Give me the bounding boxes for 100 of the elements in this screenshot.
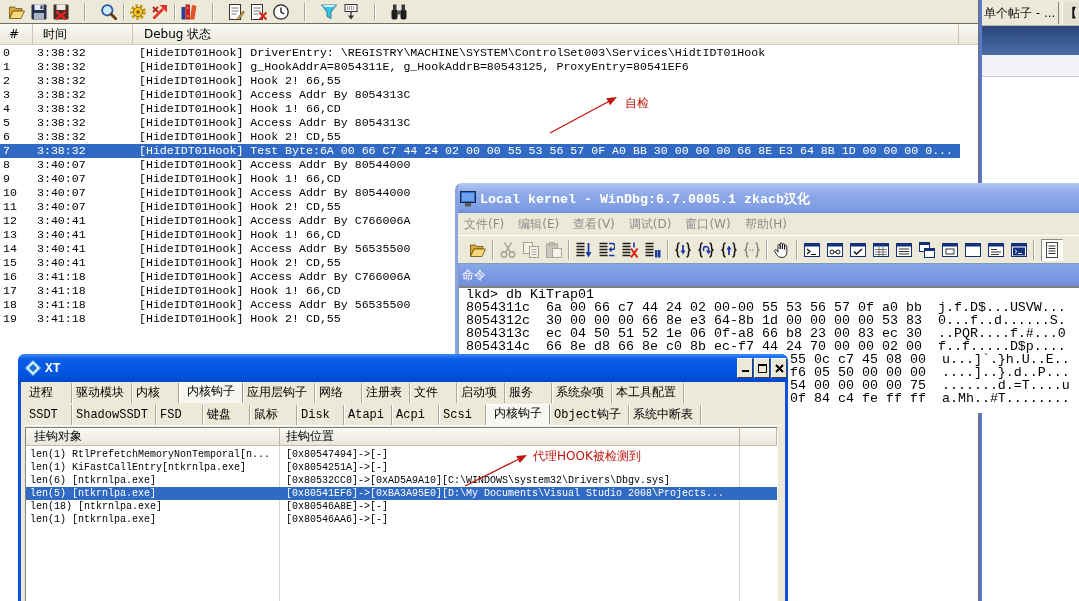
row-number: 4 <box>2 102 11 116</box>
hook-row[interactable]: len(18) [ntkrnlpa.exe] [0x80546A8E]->[-] <box>26 500 389 513</box>
log-row[interactable]: 1 3:38:32 [HideIDT01Hook] g_HookAddrA=8054311E, g_HookAddrB=80543125, ProxyEntry=80541EF6 <box>0 60 689 74</box>
tab[interactable]: 内核钩子 <box>486 404 551 425</box>
log-row[interactable]: 2 3:38:32 [HideIDT01Hook] Hook 2! 66,55 <box>0 74 341 88</box>
binoculars-icon[interactable] <box>391 3 407 20</box>
log-row[interactable]: 10 3:40:07 [HideIDT01Hook] Access Addr By 80544000 <box>0 186 411 200</box>
dark-window-icon[interactable] <box>1010 241 1027 258</box>
column-header[interactable]: Debug 状态 <box>133 24 959 44</box>
log-row[interactable]: 7 3:38:32 [HideIDT01Hook] Test Byte:6A 00 66 C7 44 24 02 00 00 55 53 56 57 0F A0 BB 30 00 00 00 66 8E E3 64 8B 1D 00 00 00 0... <box>0 144 960 158</box>
lines-cross-icon[interactable] <box>621 241 638 258</box>
column-header[interactable]: 挂钩位置 <box>280 428 740 445</box>
tab[interactable]: 鼠标 <box>250 405 297 425</box>
tab[interactable]: 驱动模块 <box>72 383 132 403</box>
grid-window-icon[interactable] <box>872 241 889 258</box>
column-header[interactable]: 挂钩对象 <box>26 428 280 445</box>
log-row[interactable]: 16 3:41:18 [HideIDT01Hook] Access Addr By C766006A <box>0 270 411 284</box>
hand-icon[interactable] <box>773 241 790 258</box>
log-row[interactable]: 9 3:40:07 [HideIDT01Hook] Hook 1! 66,CD <box>0 172 341 186</box>
log-row[interactable]: 19 3:41:18 [HideIDT01Hook] Hook 2! CD,55 <box>0 312 341 326</box>
taskbar-button[interactable]: 【 <box>1062 1 1079 24</box>
column-header[interactable]: 时间 <box>33 24 133 44</box>
tab[interactable]: 启动项 <box>457 383 505 403</box>
log-row[interactable]: 18 3:41:18 [HideIDT01Hook] Access Addr By 56535500 <box>0 298 411 312</box>
board-down-arrow-icon[interactable] <box>343 3 359 20</box>
braces-up-arrow-icon[interactable] <box>720 241 737 258</box>
tab[interactable]: Object钩子 <box>550 405 630 425</box>
hook-row[interactable]: len(1) [ntkrnlpa.exe] [0x80546AA6]->[-] <box>26 513 389 526</box>
check-window-icon[interactable] <box>849 241 866 258</box>
list-cell-text: len(5) [ntkrnlpa.exe] <box>29 487 158 500</box>
tab[interactable]: SSDT <box>25 405 72 425</box>
log-row[interactable]: 15 3:40:41 [HideIDT01Hook] Hook 2! CD,55 <box>0 256 341 270</box>
log-row[interactable]: 6 3:38:32 [HideIDT01Hook] Hook 2! CD,55 <box>0 130 341 144</box>
log-message: [HideIDT01Hook] Hook 2! CD,55 <box>139 312 341 326</box>
tab[interactable]: 注册表 <box>362 383 410 403</box>
braces-over-arrow-icon[interactable] <box>697 241 714 258</box>
list-cell-text: [0x8054251A]->[-] <box>285 461 389 474</box>
log-row[interactable]: 5 3:38:32 [HideIDT01Hook] Access Addr By 8054313C <box>0 116 411 130</box>
lines-blocks-icon[interactable] <box>644 241 661 258</box>
log-message: [HideIDT01Hook] Access Addr By 56535500 <box>139 242 411 256</box>
maximize-button[interactable] <box>754 358 770 378</box>
log-time: 3:38:32 <box>37 60 87 74</box>
taskbar-button[interactable]: 单个帖子 - ... <box>982 1 1060 24</box>
log-row[interactable]: 14 3:40:41 [HideIDT01Hook] Access Addr By 56535500 <box>0 242 411 256</box>
notepad-cross-icon[interactable] <box>251 3 267 20</box>
lines-curved-arrow-icon[interactable] <box>598 241 615 258</box>
log-row[interactable]: 11 3:40:07 [HideIDT01Hook] Hook 2! CD,55 <box>0 200 341 214</box>
row-number: 18 <box>2 298 18 312</box>
clock-icon[interactable] <box>273 3 289 20</box>
list-window-icon[interactable] <box>895 241 912 258</box>
tab[interactable]: FSD <box>156 405 203 425</box>
gear-icon[interactable] <box>130 3 146 20</box>
log-message: [HideIDT01Hook] Access Addr By 8054313C <box>139 116 411 130</box>
tab[interactable]: Disk <box>297 405 344 425</box>
tab[interactable]: Acpi <box>392 405 440 425</box>
cross-arrow-icon[interactable] <box>152 3 168 20</box>
log-row[interactable]: 13 3:40:41 [HideIDT01Hook] Hook 1! 66,CD <box>0 228 341 242</box>
log-message: [HideIDT01Hook] Hook 1! 66,CD <box>139 172 341 186</box>
floppy-cross-icon[interactable] <box>53 3 69 20</box>
notepad-pencil-icon[interactable] <box>229 3 245 20</box>
books-icon[interactable] <box>181 3 197 20</box>
tab[interactable]: 应用层钩子 <box>243 383 315 403</box>
tab[interactable]: 系统中断表 <box>629 405 702 425</box>
log-row[interactable]: 8 3:40:07 [HideIDT01Hook] Access Addr By 80544000 <box>0 158 411 172</box>
log-row[interactable]: 4 3:38:32 [HideIDT01Hook] Hook 1! 66,CD <box>0 102 341 116</box>
tab[interactable]: 系统杂项 <box>552 383 612 403</box>
close-button[interactable] <box>771 358 787 378</box>
log-row[interactable]: 17 3:41:18 [HideIDT01Hook] Hook 1! 66,CD <box>0 284 341 298</box>
tab[interactable]: 文件 <box>410 383 457 403</box>
folder-open-icon[interactable] <box>9 3 25 20</box>
tab[interactable]: 网络 <box>315 383 362 403</box>
lines-down-arrow-icon[interactable] <box>575 241 592 258</box>
blank-window-icon[interactable] <box>964 241 981 258</box>
glasses-window-icon[interactable] <box>826 241 843 258</box>
tab[interactable]: ShadowSSDT <box>72 405 156 425</box>
row-number: 16 <box>2 270 18 284</box>
folder-open-icon[interactable] <box>469 241 486 258</box>
page-lines-icon[interactable] <box>1040 238 1063 261</box>
log-row[interactable]: 12 3:40:41 [HideIDT01Hook] Access Addr By C766006A <box>0 214 411 228</box>
search-icon[interactable] <box>101 3 117 20</box>
funnel-icon[interactable] <box>321 3 337 20</box>
tab[interactable]: 内核钩子 <box>179 382 243 403</box>
tab[interactable]: Atapi <box>344 405 393 425</box>
hook-row[interactable]: len(5) [ntkrnlpa.exe] [0x80541EF6]->[0xBA3A95E0][D:\My Documents\Visual Studio 2008\Projects... <box>26 487 777 500</box>
row-number: 13 <box>2 228 18 242</box>
hook-row[interactable]: len(1) RtlPrefetchMemoryNonTemporal[n... [0x80547494]->[-] <box>26 448 389 461</box>
prompt-window-icon[interactable] <box>803 241 820 258</box>
tab[interactable]: 本工具配置 <box>612 383 684 403</box>
column-header[interactable]: # <box>0 24 33 44</box>
stacked-windows-icon[interactable] <box>918 241 935 258</box>
tab[interactable]: 键盘 <box>203 405 250 425</box>
minimize-button[interactable] <box>737 358 753 378</box>
hook-row[interactable]: len(1) KiFastCallEntry[ntkrnlpa.exe] [0x8054251A]->[-] <box>26 461 389 474</box>
braces-down-arrow-icon[interactable] <box>674 241 691 258</box>
log-row[interactable]: 0 3:38:32 [HideIDT01Hook] DriverEntry: \REGISTRY\MACHINE\SYSTEM\ControlSet003\Services\HidtIDT01Hook <box>0 46 766 60</box>
tab[interactable]: 服务 <box>505 383 552 403</box>
small-window-icon[interactable] <box>941 241 958 258</box>
tab[interactable]: 进程 <box>25 383 72 403</box>
text-window-icon[interactable] <box>987 241 1004 258</box>
log-row[interactable]: 3 3:38:32 [HideIDT01Hook] Access Addr By 8054313C <box>0 88 411 102</box>
